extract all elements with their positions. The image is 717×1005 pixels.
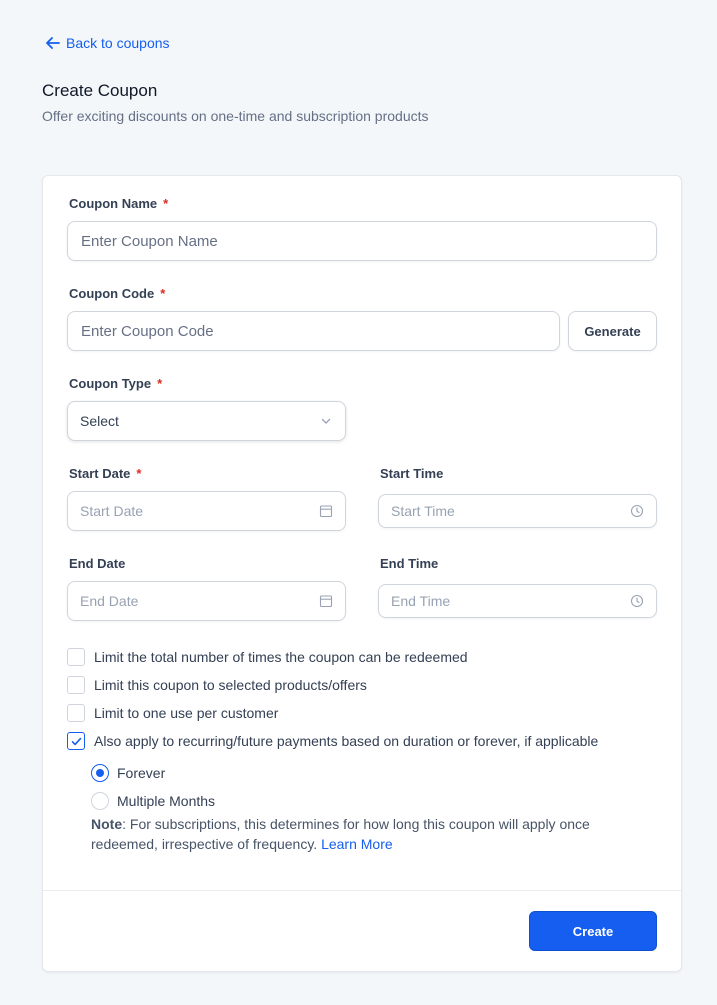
back-link-label: Back to coupons — [66, 35, 170, 51]
option-limit-total-redemptions[interactable]: Limit the total number of times the coup… — [67, 648, 468, 666]
coupon-code-label: Coupon Code * — [69, 286, 166, 301]
arrow-left-icon — [46, 37, 60, 49]
option-label: Also apply to recurring/future payments … — [94, 733, 599, 749]
required-marker: * — [136, 466, 142, 481]
calendar-icon — [319, 595, 333, 608]
coupon-name-input[interactable]: Enter Coupon Name — [67, 221, 657, 261]
start-time-placeholder: Start Time — [391, 503, 455, 519]
end-time-input[interactable]: End Time — [378, 584, 657, 618]
generate-button[interactable]: Generate — [568, 311, 657, 351]
subscription-note: Note: For subscriptions, this determines… — [91, 814, 651, 854]
end-date-placeholder: End Date — [80, 593, 139, 609]
end-time-placeholder: End Time — [391, 593, 451, 609]
check-icon — [71, 737, 81, 745]
option-apply-recurring[interactable]: Also apply to recurring/future payments … — [67, 732, 598, 750]
limit-products-checkbox[interactable] — [67, 676, 85, 694]
end-date-input[interactable]: End Date — [67, 581, 346, 621]
required-marker: * — [157, 376, 163, 391]
clock-icon — [630, 504, 644, 518]
radio-label: Forever — [117, 765, 166, 781]
duration-forever[interactable]: Forever — [91, 764, 165, 782]
coupon-type-label: Coupon Type * — [69, 376, 163, 391]
option-label: Limit this coupon to selected products/o… — [94, 677, 367, 693]
coupon-name-label: Coupon Name * — [69, 196, 169, 211]
create-button[interactable]: Create — [529, 911, 657, 951]
page-subtitle: Offer exciting discounts on one-time and… — [42, 108, 429, 124]
start-time-input[interactable]: Start Time — [378, 494, 657, 528]
radio-label: Multiple Months — [117, 793, 216, 809]
apply-recurring-checkbox[interactable] — [67, 732, 85, 750]
note-prefix: Note — [91, 816, 123, 832]
page-title: Create Coupon — [42, 81, 158, 100]
required-marker: * — [160, 286, 166, 301]
back-to-coupons-link[interactable]: Back to coupons — [44, 34, 170, 52]
coupon-code-placeholder: Enter Coupon Code — [81, 322, 214, 340]
learn-more-link[interactable]: Learn More — [321, 836, 393, 852]
limit-total-redemptions-checkbox[interactable] — [67, 648, 85, 666]
start-date-input[interactable]: Start Date — [67, 491, 346, 531]
option-one-use-per-customer[interactable]: Limit to one use per customer — [67, 704, 278, 722]
coupon-type-value: Select — [80, 413, 119, 429]
coupon-name-placeholder: Enter Coupon Name — [81, 232, 218, 250]
end-date-label: End Date — [69, 556, 126, 571]
multiple-months-radio[interactable] — [91, 792, 109, 810]
duration-multiple-months[interactable]: Multiple Months — [91, 792, 215, 810]
forever-radio[interactable] — [91, 764, 109, 782]
start-time-label: Start Time — [380, 466, 444, 481]
coupon-type-select[interactable]: Select — [67, 401, 346, 441]
option-label: Limit the total number of times the coup… — [94, 649, 468, 665]
option-limit-products[interactable]: Limit this coupon to selected products/o… — [67, 676, 367, 694]
coupon-code-input[interactable]: Enter Coupon Code — [67, 311, 560, 351]
footer-divider — [43, 890, 681, 891]
option-label: Limit to one use per customer — [94, 705, 279, 721]
start-date-placeholder: Start Date — [80, 503, 144, 519]
required-marker: * — [163, 196, 169, 211]
clock-icon — [630, 594, 644, 608]
calendar-icon — [319, 505, 333, 518]
create-coupon-card: Coupon Name * Enter Coupon Name Coupon Co… — [42, 175, 682, 972]
start-date-label: Start Date * — [69, 466, 142, 481]
end-time-label: End Time — [380, 556, 439, 571]
one-use-per-customer-checkbox[interactable] — [67, 704, 85, 722]
radio-dot — [96, 769, 104, 777]
chevron-down-icon — [321, 418, 331, 424]
